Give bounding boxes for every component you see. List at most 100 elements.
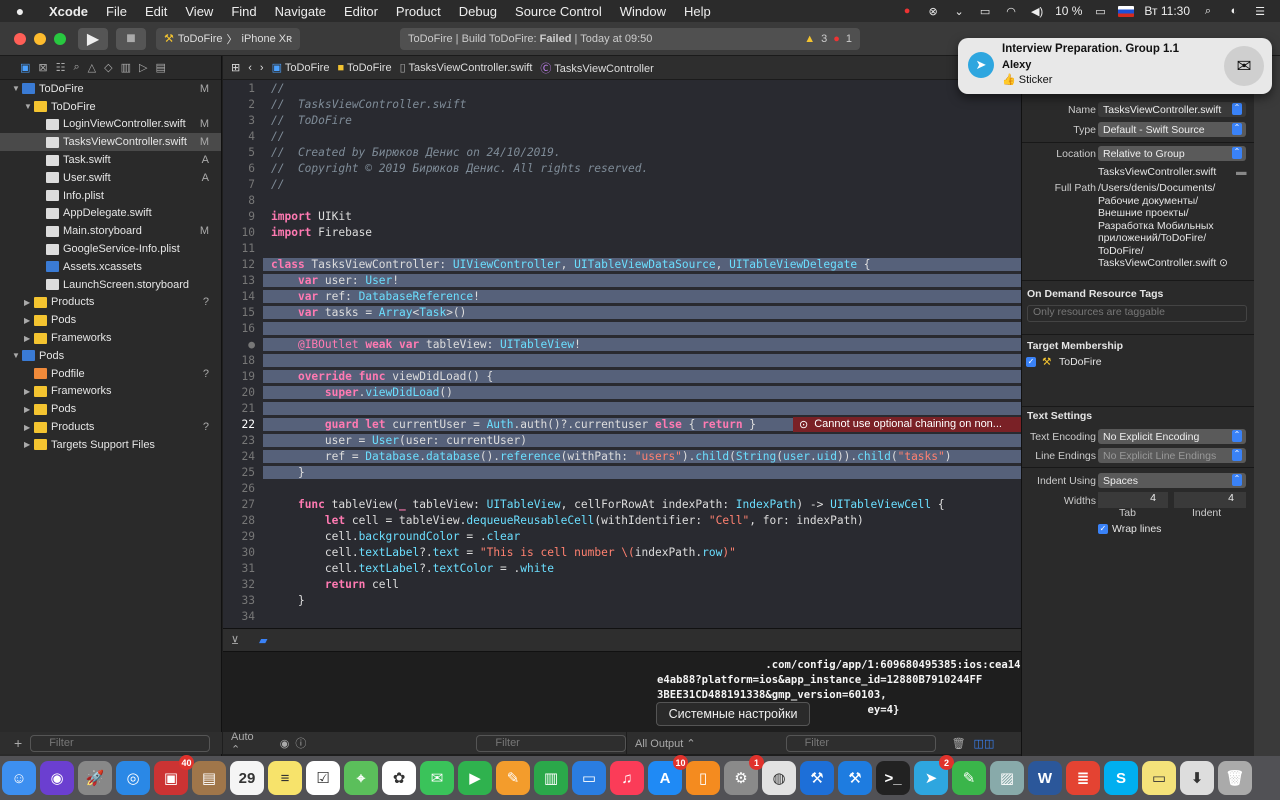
- code-line[interactable]: 9 import UIKit: [223, 208, 1021, 224]
- dock-launchpad-icon[interactable]: 🚀: [78, 761, 112, 795]
- code-line[interactable]: 33 }: [223, 592, 1021, 608]
- dock-contacts-icon[interactable]: ▤: [192, 761, 226, 795]
- back-icon[interactable]: ‹: [248, 62, 252, 74]
- code-line[interactable]: 7 //: [223, 176, 1021, 192]
- file-tree-item[interactable]: ▶ Targets Support Files: [0, 436, 221, 454]
- inline-error-message[interactable]: ⊙ Cannot use optional chaining on non...: [793, 416, 1021, 432]
- code-line[interactable]: 4 //: [223, 128, 1021, 144]
- location-select[interactable]: Relative to Group: [1098, 146, 1246, 161]
- chevron-menu-icon[interactable]: ⌄: [951, 4, 967, 18]
- line-endings-select[interactable]: No Explicit Line Endings: [1098, 448, 1246, 463]
- code-line[interactable]: 27 func tableView(_ tableView: UITableVi…: [223, 496, 1021, 512]
- disclosure-open-icon[interactable]: ▼: [12, 84, 22, 93]
- dock-notes-icon[interactable]: ≡: [268, 761, 302, 795]
- breakpoint-icon[interactable]: ▷: [139, 61, 147, 74]
- record-icon[interactable]: ●: [899, 4, 915, 18]
- menu-window[interactable]: Window: [611, 4, 675, 19]
- menu-product[interactable]: Product: [387, 4, 450, 19]
- file-tree-item[interactable]: GoogleService-Info.plist: [0, 240, 221, 258]
- forward-icon[interactable]: ›: [260, 62, 264, 74]
- dock-chrome-icon[interactable]: ◍: [762, 761, 796, 795]
- dock-numbers-icon[interactable]: ▥: [534, 761, 568, 795]
- dock-facetime-icon[interactable]: ▶: [458, 761, 492, 795]
- user-avatar-icon[interactable]: ◐: [1226, 4, 1242, 18]
- indent-using-select[interactable]: Spaces: [1098, 473, 1246, 488]
- code-line[interactable]: 3 // ToDoFire: [223, 112, 1021, 128]
- dock-finder-icon[interactable]: ☺: [2, 761, 36, 795]
- name-field[interactable]: TasksViewController.swift: [1098, 102, 1246, 117]
- file-tree-item[interactable]: TasksViewController.swift M: [0, 133, 221, 152]
- disclosure-closed-icon[interactable]: ▶: [24, 298, 34, 307]
- disclosure-closed-icon[interactable]: ▶: [24, 334, 34, 343]
- breakpoints-toggle-icon[interactable]: ▰: [259, 634, 267, 647]
- file-tree-item[interactable]: ▶ Frameworks: [0, 329, 221, 347]
- file-tree-item[interactable]: Assets.xcassets: [0, 258, 221, 276]
- dock-maps-icon[interactable]: ⌖: [344, 761, 378, 795]
- minimize-window-button[interactable]: [34, 32, 46, 45]
- breadcrumb-class[interactable]: Ⓒ TasksViewController: [540, 60, 653, 76]
- breadcrumb-folder[interactable]: ■ ToDoFire: [337, 62, 391, 74]
- disclosure-closed-icon[interactable]: ▶: [24, 405, 34, 414]
- menu-find[interactable]: Find: [222, 4, 265, 19]
- battery-percent[interactable]: 10 %: [1055, 4, 1082, 18]
- output-selector[interactable]: All Output ⌃: [635, 737, 696, 750]
- issue-counts[interactable]: ▲ 3 ● 1: [804, 33, 852, 45]
- file-tree-item[interactable]: AppDelegate.swift: [0, 205, 221, 223]
- dock-app-store-icon[interactable]: A 10: [648, 755, 688, 795]
- code-line[interactable]: 29 cell.backgroundColor = .clear: [223, 528, 1021, 544]
- dock-pages-icon[interactable]: ✎: [496, 761, 530, 795]
- menu-help[interactable]: Help: [675, 4, 720, 19]
- apple-icon[interactable]: ●: [0, 3, 40, 19]
- code-line[interactable]: 22 guard let currentUser = Auth.auth()?.…: [223, 416, 1021, 432]
- screen-mirroring-icon[interactable]: ▭: [977, 4, 993, 18]
- breadcrumb-file[interactable]: ▯ TasksViewController.swift: [400, 61, 533, 74]
- dock-preview-icon[interactable]: ▨: [990, 761, 1024, 795]
- code-line[interactable]: 28 let cell = tableView.dequeueReusableC…: [223, 512, 1021, 528]
- target-checkbox[interactable]: ✓: [1026, 357, 1036, 367]
- auto-selector[interactable]: Auto ⌃: [231, 731, 266, 756]
- file-tree-item[interactable]: Podfile?: [0, 365, 221, 383]
- console-filter[interactable]: Filter: [785, 734, 936, 752]
- navigator-bottom-filter[interactable]: Filter: [30, 734, 211, 752]
- menu-editor[interactable]: Editor: [335, 4, 387, 19]
- folder-icon[interactable]: ▣: [20, 61, 30, 74]
- menu-edit[interactable]: Edit: [136, 4, 176, 19]
- disclosure-closed-icon[interactable]: ▶: [24, 423, 34, 432]
- trash-icon[interactable]: 🗑: [952, 737, 966, 750]
- type-select[interactable]: Default - Swift Source: [1098, 122, 1246, 137]
- dock-skype-icon[interactable]: S: [1104, 761, 1138, 795]
- code-line[interactable]: 26: [223, 480, 1021, 496]
- notification-center-icon[interactable]: ☰: [1252, 4, 1268, 18]
- breadcrumb-project[interactable]: ▣ ToDoFire: [272, 61, 330, 74]
- stop-button[interactable]: ■: [116, 27, 146, 50]
- code-line[interactable]: 12 class TasksViewController: UIViewContr…: [223, 256, 1021, 272]
- file-tree-item[interactable]: User.swift A: [0, 169, 221, 187]
- code-line[interactable]: 30 cell.textLabel?.text = "This is cell …: [223, 544, 1021, 560]
- tab-width-field[interactable]: 4: [1098, 492, 1168, 508]
- code-line[interactable]: 18: [223, 352, 1021, 368]
- find-icon[interactable]: ⌕: [74, 61, 80, 74]
- code-line[interactable]: 24 ref = Database.database().reference(w…: [223, 448, 1021, 464]
- input-source-flag-icon[interactable]: [1118, 5, 1135, 17]
- disclosure-closed-icon[interactable]: ▶: [24, 440, 34, 449]
- odr-tags-field[interactable]: Only resources are taggable: [1027, 305, 1247, 322]
- test-icon[interactable]: ◇: [104, 61, 112, 74]
- code-line[interactable]: 10 import Firebase: [223, 224, 1021, 240]
- code-line[interactable]: 15 var tasks = Array<Task>(): [223, 304, 1021, 320]
- code-line[interactable]: 6 // Copyright © 2019 Бирюков Денис. All …: [223, 160, 1021, 176]
- split-view-icon[interactable]: ◫◫: [974, 737, 995, 750]
- disclosure-open-icon[interactable]: ▼: [12, 351, 22, 360]
- dock-keynote-icon[interactable]: ▭: [572, 761, 606, 795]
- indent-width-field[interactable]: 4: [1174, 492, 1246, 508]
- file-tree-item[interactable]: Info.plist: [0, 187, 221, 205]
- scheme-selector[interactable]: ⚒ ToDoFire 〉 iPhone Xʀ: [156, 27, 301, 50]
- code-line[interactable]: 34: [223, 608, 1021, 624]
- menu-app[interactable]: Xcode: [40, 4, 97, 19]
- close-window-button[interactable]: [14, 32, 26, 45]
- eye-icon[interactable]: ◉: [280, 737, 290, 750]
- menu-navigate[interactable]: Navigate: [266, 4, 335, 19]
- code-line[interactable]: 31 cell.textLabel?.textColor = .white: [223, 560, 1021, 576]
- dock-siri-icon[interactable]: ◉: [40, 761, 74, 795]
- symbol-icon[interactable]: ☷: [56, 61, 66, 74]
- code-line[interactable]: 8: [223, 192, 1021, 208]
